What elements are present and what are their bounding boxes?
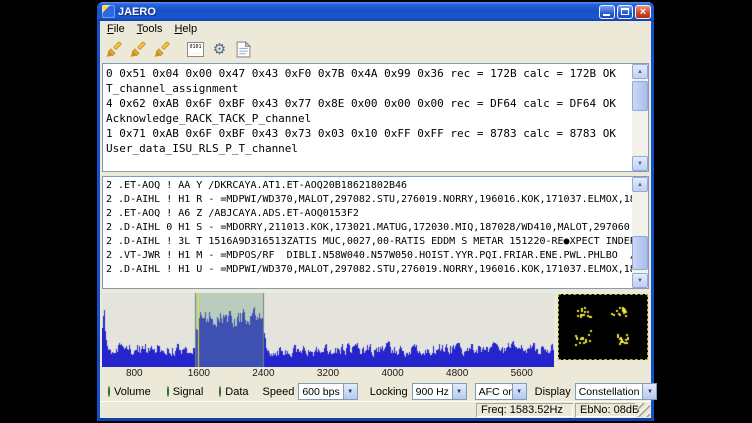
settings-button[interactable]: ⚙ bbox=[209, 39, 230, 60]
status-ebno: EbNo: 08dB bbox=[575, 403, 635, 417]
hex-console-line: 1 0x71 0xAB 0x6F 0xBF 0x43 0x73 0x03 0x1… bbox=[106, 126, 629, 141]
message-console-scrollbar[interactable]: ▲ ▼ bbox=[632, 177, 648, 288]
hex-console-pane: 0 0x51 0x04 0x00 0x47 0x43 0xF0 0x7B 0x4… bbox=[102, 63, 649, 172]
maximize-icon bbox=[621, 8, 629, 15]
clear-planes-button[interactable] bbox=[152, 39, 173, 60]
hex-console-line: 0 0x51 0x04 0x00 0x47 0x43 0xF0 0x7B 0x4… bbox=[106, 66, 629, 81]
signal-label: Signal bbox=[173, 386, 204, 398]
chevron-down-icon: ▼ bbox=[452, 384, 466, 399]
chevron-down-icon: ▼ bbox=[642, 384, 656, 399]
spectrum-display[interactable]: 800 1600 2400 3200 4000 4800 5600 bbox=[102, 293, 554, 381]
axis-tick-label: 4000 bbox=[381, 368, 403, 379]
scroll-down-button[interactable]: ▼ bbox=[632, 156, 648, 171]
spectrum-canvas[interactable] bbox=[102, 293, 554, 367]
log-file-button[interactable] bbox=[233, 39, 254, 60]
menu-tools[interactable]: Tools bbox=[131, 22, 169, 36]
speed-select[interactable]: 600 bps ▼ bbox=[298, 383, 357, 400]
status-bar: Freq: 1583.52Hz EbNo: 08dB bbox=[100, 401, 651, 418]
jaero-window: JAERO × File Tools Help bbox=[97, 2, 654, 421]
axis-tick-label: 800 bbox=[126, 368, 143, 379]
data-led bbox=[219, 386, 221, 397]
close-button[interactable]: × bbox=[635, 5, 651, 19]
clear-message-console-button[interactable] bbox=[128, 39, 149, 60]
controls-row: Volume Signal Data Speed 600 bps ▼ Locki… bbox=[102, 382, 649, 401]
scrollbar-track[interactable] bbox=[632, 192, 648, 273]
menu-help[interactable]: Help bbox=[168, 22, 203, 36]
menu-file[interactable]: File bbox=[101, 22, 131, 36]
clear-hex-console-button[interactable] bbox=[104, 39, 125, 60]
message-console-line: 2 .D-AIHL ! 3L T 1516A9D316513ZATIS MUC,… bbox=[106, 235, 629, 249]
message-console-line: 2 .D-AIHL 0 H1 S - =MDORRY,211013.KOK,17… bbox=[106, 221, 629, 235]
message-console-line: 2 .D-AIHL ! H1 U - =MDPWI/WD370,MALOT,29… bbox=[106, 263, 629, 277]
close-icon: × bbox=[640, 6, 646, 18]
minimize-icon bbox=[603, 14, 610, 16]
data-label: Data bbox=[225, 386, 248, 398]
toolbar: 0101 .... ⚙ bbox=[100, 37, 651, 62]
broom-icon bbox=[130, 41, 147, 58]
app-icon bbox=[102, 5, 115, 18]
afc-select[interactable]: AFC on ▼ bbox=[475, 383, 527, 400]
volume-led bbox=[108, 386, 110, 397]
titlebar[interactable]: JAERO × bbox=[97, 2, 654, 21]
message-console-line: 2 .D-AIHL ! H1 R - =MDPWI/WD370,MALOT,29… bbox=[106, 193, 629, 207]
chevron-down-icon: ▼ bbox=[343, 384, 357, 399]
arrow-down-icon: ▼ bbox=[637, 278, 643, 284]
menubar: File Tools Help bbox=[100, 21, 651, 37]
display-select[interactable]: Constellation ▼ bbox=[575, 383, 658, 400]
document-icon bbox=[236, 41, 251, 58]
axis-tick-label: 4800 bbox=[446, 368, 468, 379]
axis-tick-label: 2400 bbox=[252, 368, 274, 379]
scrollbar-thumb[interactable] bbox=[632, 81, 648, 111]
minimize-button[interactable] bbox=[599, 5, 615, 19]
chevron-down-icon: ▼ bbox=[512, 384, 526, 399]
locking-select[interactable]: 900 Hz ▼ bbox=[412, 383, 467, 400]
arrow-up-icon: ▲ bbox=[637, 182, 643, 188]
hex-console-scrollbar[interactable]: ▲ ▼ bbox=[632, 64, 648, 171]
scrollbar-thumb[interactable] bbox=[632, 236, 648, 270]
scroll-up-button[interactable]: ▲ bbox=[632, 177, 648, 192]
resize-grip[interactable] bbox=[637, 403, 650, 417]
status-spacer bbox=[102, 403, 474, 417]
axis-tick-label: 5600 bbox=[511, 368, 533, 379]
scroll-down-button[interactable]: ▼ bbox=[632, 273, 648, 288]
scroll-up-button[interactable]: ▲ bbox=[632, 64, 648, 79]
speed-label: Speed bbox=[263, 386, 295, 398]
status-freq: Freq: 1583.52Hz bbox=[476, 403, 573, 417]
spectrum-axis: 800 1600 2400 3200 4000 4800 5600 bbox=[102, 367, 554, 381]
hex-console-line: 4 0x62 0xAB 0x6F 0xBF 0x43 0x77 0x8E 0x0… bbox=[106, 96, 629, 111]
constellation-display bbox=[558, 294, 648, 360]
locking-label: Locking bbox=[370, 386, 408, 398]
message-console-line: 2 .ET-AOQ ! AA Y /DKRCAYA.AT1.ET-AOQ20B1… bbox=[106, 179, 629, 193]
broom-icon bbox=[106, 41, 123, 58]
constellation-canvas bbox=[560, 296, 646, 358]
axis-tick-label: 1600 bbox=[188, 368, 210, 379]
maximize-button[interactable] bbox=[617, 5, 633, 19]
hex-console-line: User_data_ISU_RLS_P_T_channel bbox=[106, 141, 629, 156]
volume-label: Volume bbox=[114, 386, 151, 398]
gear-icon: ⚙ bbox=[213, 42, 226, 57]
message-console-line: 2 .VT-JWR ! H1 M - =MDPOS/RF DIBLI.N58W0… bbox=[106, 249, 629, 263]
desktop-background: JAERO × File Tools Help bbox=[0, 0, 752, 423]
arrow-down-icon: ▼ bbox=[637, 161, 643, 167]
message-console-pane: 2 .ET-AOQ ! AA Y /DKRCAYA.AT1.ET-AOQ20B1… bbox=[102, 176, 649, 289]
binary-icon: 0101 .... bbox=[187, 42, 204, 57]
window-title: JAERO bbox=[118, 6, 599, 18]
data-bits-window-button[interactable]: 0101 .... bbox=[185, 39, 206, 60]
arrow-up-icon: ▲ bbox=[637, 69, 643, 75]
message-console[interactable]: 2 .ET-AOQ ! AA Y /DKRCAYA.AT1.ET-AOQ20B1… bbox=[103, 177, 632, 288]
display-label: Display bbox=[535, 386, 571, 398]
signal-led bbox=[167, 386, 169, 397]
scrollbar-track[interactable] bbox=[632, 79, 648, 156]
message-console-line: 2 .ET-AOQ ! A6 Z /ABJCAYA.ADS.ET-AOQ0153… bbox=[106, 207, 629, 221]
axis-tick-label: 3200 bbox=[317, 368, 339, 379]
hex-console-line: T_channel_assignment bbox=[106, 81, 629, 96]
hex-console[interactable]: 0 0x51 0x04 0x00 0x47 0x43 0xF0 0x7B 0x4… bbox=[103, 64, 632, 171]
hex-console-line: Acknowledge_RACK_TACK_P_channel bbox=[106, 111, 629, 126]
broom-icon bbox=[154, 41, 171, 58]
